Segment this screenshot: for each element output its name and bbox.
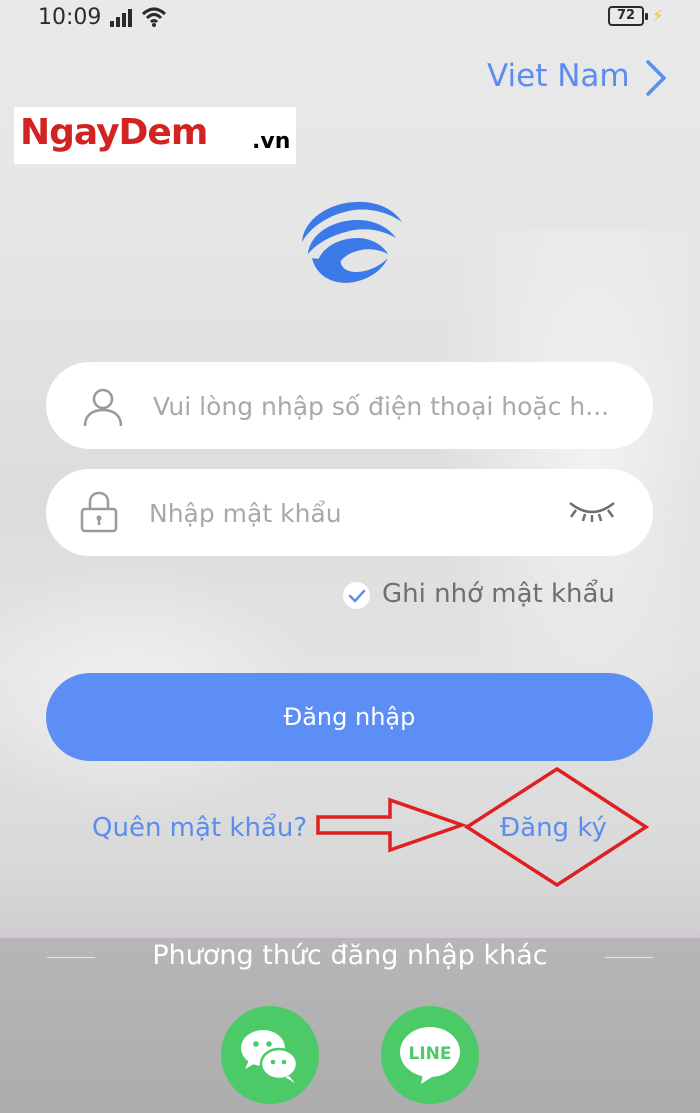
phone-input[interactable]	[151, 385, 625, 427]
alt-login-title: Phương thức đăng nhập khác	[152, 940, 548, 971]
wifi-icon	[141, 7, 167, 27]
forgot-password-link[interactable]: Quên mật khẩu?	[92, 813, 307, 843]
login-button[interactable]: Đăng nhập	[46, 673, 653, 761]
annotation-arrow	[316, 797, 468, 853]
app-logo-icon	[302, 201, 402, 283]
register-link[interactable]: Đăng ký	[500, 813, 607, 843]
line-icon-text: LINE	[409, 1044, 452, 1064]
remember-label: Ghi nhớ mật khẩu	[382, 579, 615, 609]
line-icon: LINE	[400, 1027, 460, 1084]
password-field[interactable]	[46, 469, 653, 556]
lock-icon	[80, 491, 118, 533]
password-input[interactable]	[147, 492, 551, 534]
region-selector[interactable]: Viet Nam	[487, 58, 630, 94]
watermark-logo: NgayDem .vn	[14, 107, 296, 164]
line-login-button[interactable]: LINE	[381, 1006, 479, 1104]
wechat-icon	[241, 1030, 299, 1083]
status-time: 10:09	[38, 5, 102, 30]
watermark-tld: .vn	[252, 129, 291, 154]
battery-icon: 72	[608, 6, 648, 26]
signal-icon	[110, 9, 134, 27]
eye-closed-icon[interactable]	[566, 497, 618, 525]
status-bar: 10:09 72 ⚡	[0, 0, 700, 36]
phone-field[interactable]	[46, 362, 653, 449]
watermark-name: NgayDem	[20, 112, 208, 153]
wechat-login-button[interactable]	[221, 1006, 319, 1104]
charging-icon: ⚡	[652, 6, 664, 25]
check-icon[interactable]	[343, 582, 370, 609]
chevron-right-icon[interactable]	[640, 58, 670, 98]
user-icon	[83, 388, 123, 427]
